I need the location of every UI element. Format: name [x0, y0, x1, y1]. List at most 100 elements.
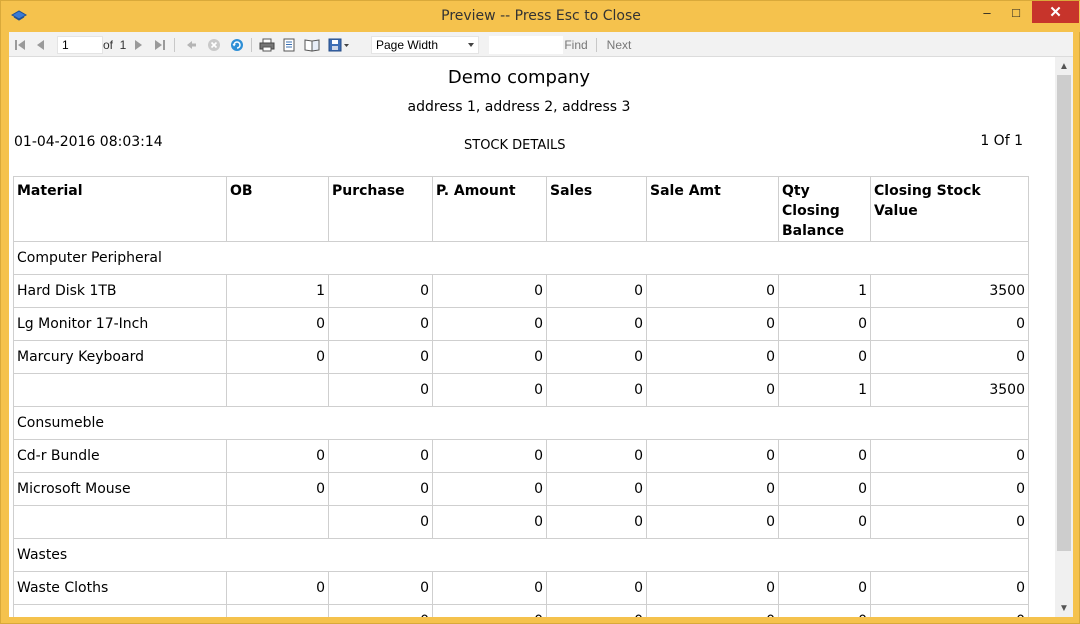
table-row: Marcury Keyboard 0 0 0 0 0 0 0	[13, 340, 1029, 374]
table-cell: 0	[546, 472, 647, 506]
report-datetime: 01-04-2016 08:03:14	[14, 134, 163, 150]
column-header: Purchase	[328, 176, 433, 242]
print-icon[interactable]	[258, 36, 276, 54]
group-label: Consumeble	[13, 406, 1029, 440]
table-cell: 0	[546, 274, 647, 308]
find-input[interactable]	[489, 36, 563, 54]
table-cell: 0	[870, 604, 1029, 617]
table-cell: Waste Cloths	[13, 571, 227, 605]
table-cell: 0	[870, 505, 1029, 539]
table-cell: 0	[870, 439, 1029, 473]
table-cell: 0	[646, 505, 779, 539]
table-row: Lg Monitor 17-Inch 0 0 0 0 0 0 0	[13, 307, 1029, 341]
table-row: Microsoft Mouse 0 0 0 0 0 0 0	[13, 472, 1029, 506]
table-cell: Hard Disk 1TB	[13, 274, 227, 308]
table-cell: 0	[328, 274, 433, 308]
group-row: Consumeble	[13, 406, 1029, 440]
table-cell: 0	[432, 274, 547, 308]
table-cell: 0	[778, 604, 871, 617]
table-cell: 1	[778, 373, 871, 407]
page-number-input[interactable]: 1	[57, 36, 103, 54]
table-cell: 0	[546, 307, 647, 341]
table-cell: 0	[226, 571, 329, 605]
column-header: Sales	[546, 176, 647, 242]
column-header: P. Amount	[432, 176, 547, 242]
table-cell: 0	[646, 373, 779, 407]
table-cell: 1	[778, 274, 871, 308]
preview-window: Preview -- Press Esc to Close – □ ✕ 1 of…	[0, 0, 1080, 624]
table-cell: 0	[328, 439, 433, 473]
table-cell: 0	[328, 505, 433, 539]
table-cell: 0	[646, 472, 779, 506]
table-cell: 0	[778, 439, 871, 473]
report-canvas: Demo company address 1, address 2, addre…	[9, 57, 1055, 617]
table-cell: 0	[546, 571, 647, 605]
find-button[interactable]: Find	[562, 36, 590, 54]
table-cell: 0	[432, 505, 547, 539]
table-header-row: Material OB Purchase P. Amount Sales Sale Amt…	[13, 176, 1029, 242]
table-row: Waste Cloths 0 0 0 0 0 0 0	[13, 571, 1029, 605]
table-cell: 0	[226, 472, 329, 506]
subtotal-row: 000000	[13, 505, 1029, 539]
vertical-scrollbar[interactable]: ▲ ▼	[1055, 57, 1073, 617]
report-title: STOCK DETAILS	[464, 138, 566, 153]
of-label: of	[102, 38, 113, 52]
export-icon[interactable]	[327, 36, 351, 54]
close-icon: ✕	[1049, 4, 1062, 21]
prev-page-icon[interactable]	[33, 36, 49, 54]
table-row: Hard Disk 1TB 1 0 0 0 0 1 3500	[13, 274, 1029, 308]
table-cell: 0	[328, 571, 433, 605]
group-label: Computer Peripheral	[13, 241, 1029, 275]
table-cell: 0	[328, 604, 433, 617]
column-header: OB	[226, 176, 329, 242]
table-cell: 0	[226, 340, 329, 374]
minimize-icon: –	[983, 4, 991, 20]
table-cell: 0	[870, 571, 1029, 605]
table-cell: 0	[226, 439, 329, 473]
minimize-button[interactable]: –	[973, 1, 1001, 23]
page-setup-icon[interactable]	[304, 36, 320, 54]
table-cell: 0	[432, 439, 547, 473]
close-button[interactable]: ✕	[1032, 1, 1079, 23]
next-page-icon[interactable]	[130, 36, 146, 54]
table-cell: 0	[546, 604, 647, 617]
scroll-up-icon[interactable]: ▲	[1055, 57, 1073, 75]
table-cell: 0	[226, 307, 329, 341]
table-cell: 0	[870, 472, 1029, 506]
zoom-select[interactable]: Page Width	[371, 36, 479, 54]
title-bar[interactable]: Preview -- Press Esc to Close – □ ✕	[1, 1, 1080, 32]
window-title: Preview -- Press Esc to Close	[441, 8, 641, 24]
table-cell	[226, 373, 329, 407]
table-row: Cd-r Bundle 0 0 0 0 0 0 0	[13, 439, 1029, 473]
group-row: Wastes	[13, 538, 1029, 572]
table-cell: 0	[432, 604, 547, 617]
table-cell: 0	[546, 373, 647, 407]
scroll-down-icon[interactable]: ▼	[1055, 599, 1073, 617]
first-page-icon[interactable]	[12, 36, 28, 54]
table-cell: Cd-r Bundle	[13, 439, 227, 473]
subtotal-row: 0 0 0 0 1 3500	[13, 373, 1029, 407]
next-button[interactable]: Next	[604, 36, 634, 54]
table-cell: 0	[646, 439, 779, 473]
back-icon[interactable]	[183, 36, 199, 54]
subtotal-row: 000000	[13, 604, 1029, 617]
table-cell: 0	[778, 571, 871, 605]
maximize-button[interactable]: □	[1002, 1, 1030, 23]
column-header: Sale Amt	[646, 176, 779, 242]
table-cell	[13, 505, 227, 539]
stop-icon[interactable]	[206, 36, 222, 54]
scrollbar-thumb[interactable]	[1057, 75, 1071, 551]
table-cell: Lg Monitor 17-Inch	[13, 307, 227, 341]
table-cell: 0	[328, 472, 433, 506]
toolbar-separator	[596, 38, 597, 52]
last-page-icon[interactable]	[152, 36, 168, 54]
table-cell: 0	[778, 472, 871, 506]
table-cell: 0	[546, 340, 647, 374]
table-cell: 0	[432, 472, 547, 506]
table-cell: 0	[432, 571, 547, 605]
table-cell: 0	[546, 505, 647, 539]
print-layout-icon[interactable]	[281, 36, 297, 54]
preview-toolbar: 1 of 1 Page Width Find Next	[9, 32, 1073, 57]
table-cell: 0	[328, 307, 433, 341]
refresh-icon[interactable]	[229, 36, 245, 54]
